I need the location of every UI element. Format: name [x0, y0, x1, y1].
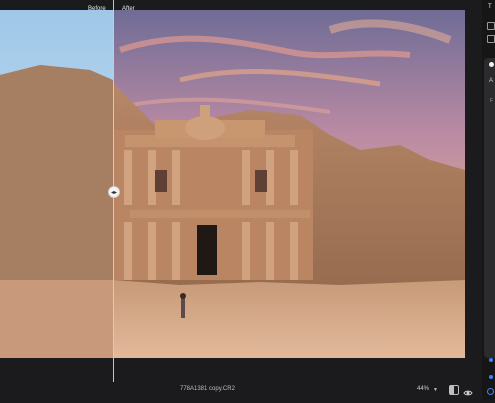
- file-name: 778A1381 copy.CR2: [180, 386, 235, 392]
- zoom-level[interactable]: 44%: [417, 386, 429, 392]
- accent-dot[interactable]: [489, 358, 493, 362]
- panel-dot-icon[interactable]: [489, 62, 494, 67]
- panel-tab[interactable]: T: [488, 4, 492, 10]
- panel-tool-icon[interactable]: [487, 22, 495, 30]
- split-handle-icon[interactable]: ◂▸: [108, 186, 120, 198]
- accent-dot-2[interactable]: [489, 375, 493, 379]
- photo-image: [0, 10, 465, 358]
- photo-canvas[interactable]: [0, 10, 465, 358]
- gear-icon[interactable]: [487, 388, 494, 395]
- field-label: F: [490, 98, 494, 104]
- chevron-down-icon[interactable]: ▼: [433, 387, 438, 393]
- eye-icon[interactable]: [463, 385, 473, 396]
- section-header: A: [489, 78, 494, 84]
- panel-tool-icon-2[interactable]: [487, 35, 495, 43]
- compare-icon[interactable]: [449, 385, 459, 395]
